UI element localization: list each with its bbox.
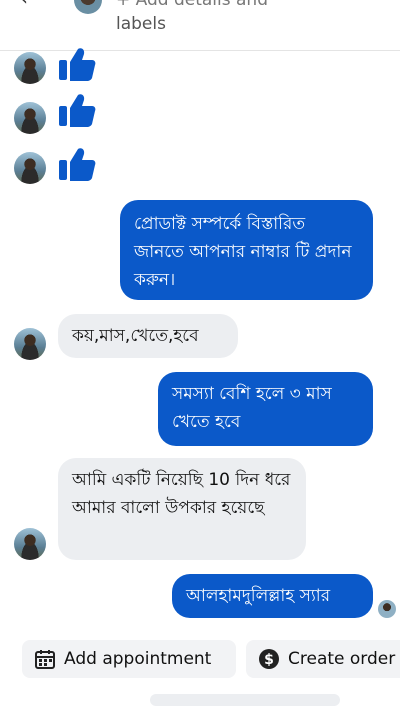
outgoing-message[interactable]: আলহামদুলিল্লাহ স্যার (172, 574, 373, 618)
sender-avatar[interactable] (14, 102, 46, 134)
like-thumb-icon (59, 48, 96, 81)
svg-text:$: $ (264, 652, 274, 668)
seen-receipt-avatar (378, 600, 396, 618)
outgoing-message[interactable]: প্রোডাক্ট সম্পর্কে বিস্তারিত জানতে আপনার… (120, 200, 373, 300)
calendar-icon (34, 648, 56, 670)
create-order-label: Create order (288, 649, 396, 669)
like-thumb-icon (59, 148, 96, 181)
create-order-button[interactable]: $ Create order (246, 640, 400, 678)
contact-avatar[interactable] (74, 0, 102, 14)
add-details-link[interactable]: + Add details and (116, 0, 268, 10)
labels-link[interactable]: labels (116, 14, 166, 34)
back-arrow-icon[interactable]: ‹ (20, 0, 28, 10)
like-thumb-icon (59, 94, 96, 127)
incoming-message[interactable]: কয়,মাস,খেতে,হবে (58, 314, 238, 358)
composer-hint (150, 694, 340, 706)
add-appointment-button[interactable]: Add appointment (22, 640, 236, 678)
conversation-header: ‹ + Add details and labels (0, 0, 400, 51)
sender-avatar[interactable] (14, 52, 46, 84)
dollar-icon: $ (258, 648, 280, 670)
incoming-message[interactable]: আমি একটি নিয়েছি 10 দিন ধরে আমার বালো উপ… (58, 458, 306, 560)
sender-avatar[interactable] (14, 152, 46, 184)
outgoing-message[interactable]: সমস্যা বেশি হলে ৩ মাস খেতে হবে (158, 372, 373, 446)
sender-avatar[interactable] (14, 528, 46, 560)
add-appointment-label: Add appointment (64, 649, 212, 669)
sender-avatar[interactable] (14, 328, 46, 360)
